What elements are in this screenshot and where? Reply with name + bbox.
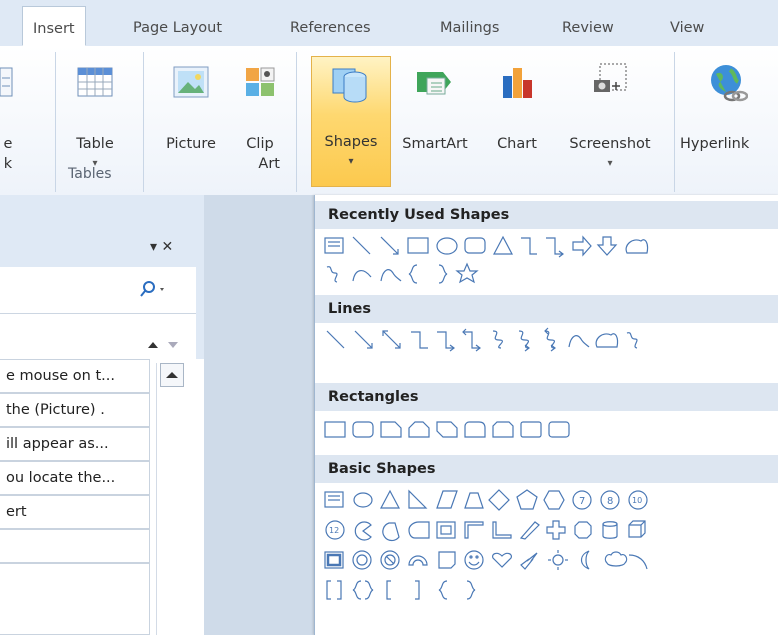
search-box[interactable] [0,267,196,314]
list-item[interactable]: ert [0,495,150,529]
chevron-down-icon: ▾ [348,156,354,167]
document-area [204,195,314,635]
svg-text:12: 12 [329,526,339,535]
basic-shapes-row-2: 12 [323,517,778,543]
pane-list: e mouse on t... the (Picture) . ill appe… [0,359,204,635]
list-item[interactable] [0,529,150,563]
smartart-icon [417,72,451,95]
tab-view[interactable]: View [670,20,704,36]
smartart-button[interactable]: SmartArt [393,62,477,162]
scroll-up-button[interactable] [160,363,184,387]
list-item[interactable]: ill appear as... [0,427,150,461]
screenshot-button[interactable]: Screenshot ▾ [556,62,664,174]
pane-close-icon[interactable]: ▾ ✕ [150,239,173,255]
chevron-down-icon: ▾ [607,158,613,169]
svg-text:7: 7 [579,496,585,507]
lines-row [323,327,778,353]
svg-text:8: 8 [607,496,613,507]
list-item[interactable]: ou locate the... [0,461,150,495]
scrollbar[interactable] [156,363,187,635]
partial-label-2: k [3,156,13,172]
tab-references[interactable]: References [290,20,371,36]
search-icon [140,281,164,297]
task-pane: ▾ ✕ e mouse on t... the (Picture) . ill … [0,195,204,635]
group-label-tables: Tables [68,166,112,182]
picture-label: Picture [166,136,216,152]
recent-shapes-row-2 [323,261,778,287]
list-item[interactable]: the (Picture) . [0,393,150,427]
hyperlink-button[interactable]: Hyperlink [680,62,778,162]
shapes-icon [332,68,367,103]
picture-icon [173,66,209,98]
recent-shapes-row [323,233,778,259]
tab-insert[interactable]: Insert [22,6,86,46]
tab-mailings[interactable]: Mailings [440,20,499,36]
group-divider [674,52,675,192]
basic-shapes-row-4 [323,577,778,603]
partial-button-icon[interactable] [0,66,14,106]
table-icon [77,67,113,97]
basic-shapes-row-3 [323,547,778,573]
shapes-gallery: Recently Used Shapes Lines Rectangles Ba… [314,195,778,635]
shapes-button[interactable]: Shapes ▾ [311,56,391,187]
clip-art-label-2: Art [258,156,280,172]
hyperlink-label: Hyperlink [680,136,750,152]
section-recent: Recently Used Shapes [315,201,778,229]
section-lines: Lines [315,295,778,323]
table-button[interactable]: Table ▾ [65,62,125,172]
sort-controls [0,314,196,359]
clip-art-button[interactable]: Clip Art [240,62,280,174]
list-item[interactable] [0,563,150,635]
shapes-label: Shapes [324,134,378,150]
svg-text:10: 10 [632,496,642,505]
ribbon-tab-bar: Insert Page Layout References Mailings R… [0,0,778,47]
globe-link-icon [711,65,748,102]
screenshot-icon [594,63,627,92]
clip-art-icon [246,67,275,96]
tab-review[interactable]: Review [562,20,614,36]
smartart-label: SmartArt [402,136,468,152]
section-rectangles: Rectangles [315,383,778,411]
chart-label: Chart [497,136,537,152]
screenshot-label: Screenshot [569,136,651,152]
rectangles-row [323,417,778,443]
group-divider [143,52,144,192]
sort-arrows-icon [148,342,178,348]
basic-shapes-row-1: 7 8 10 [323,487,778,513]
clip-art-label-1: Clip [246,136,274,152]
partial-label-1: e [3,136,13,152]
section-basic-shapes: Basic Shapes [315,455,778,483]
tab-page-layout[interactable]: Page Layout [133,20,222,36]
group-divider [296,52,297,192]
picture-button[interactable]: Picture [155,62,227,162]
list-item[interactable]: e mouse on t... [0,359,150,393]
table-label: Table [76,136,114,152]
chart-button[interactable]: Chart [490,62,544,162]
group-divider [55,52,56,192]
chart-icon [503,68,532,98]
